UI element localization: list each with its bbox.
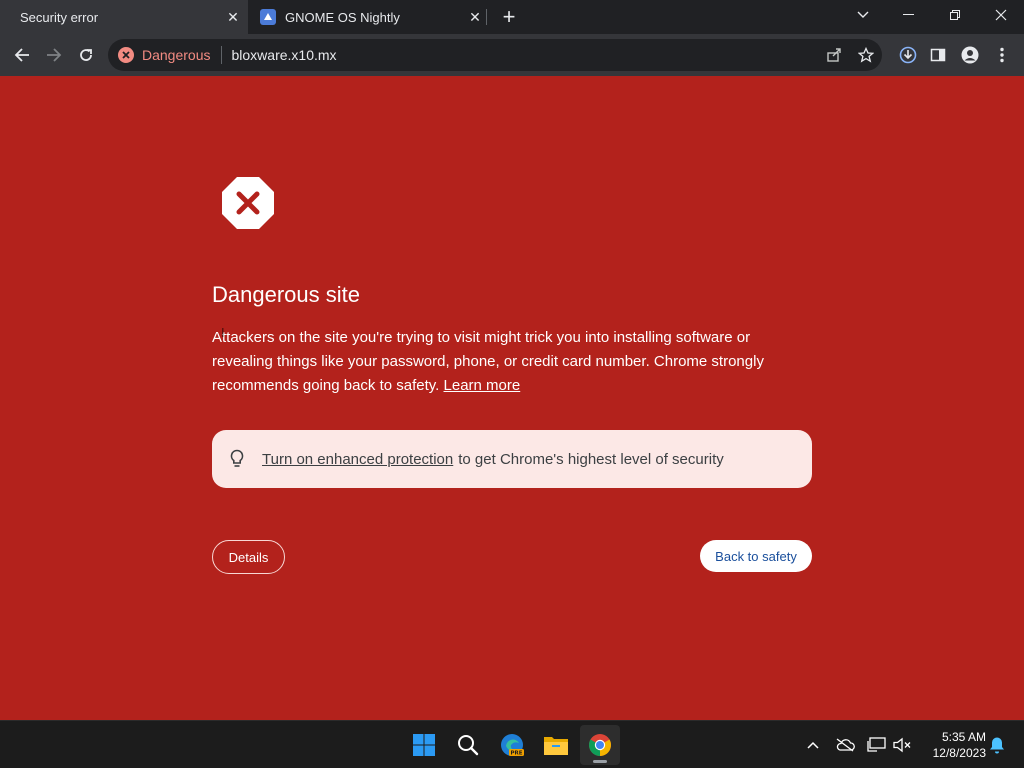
page-title: Dangerous site [212, 282, 360, 307]
tab-separator [486, 9, 487, 25]
download-icon[interactable] [892, 39, 924, 71]
security-chip-label: Dangerous [142, 47, 211, 63]
enhanced-protection-text: to get Chrome's highest level of securit… [458, 450, 724, 468]
tab-title: GNOME OS Nightly [285, 9, 400, 25]
start-icon[interactable] [404, 725, 444, 765]
tab-gnome-os[interactable]: GNOME OS Nightly ✕ [250, 0, 490, 34]
svg-text:PRE: PRE [510, 751, 522, 757]
enhanced-protection-box: Turn on enhanced protection to get Chrom… [212, 430, 812, 488]
file-explorer-icon[interactable] [536, 725, 576, 765]
forward-icon[interactable] [38, 39, 70, 71]
omnibox[interactable]: Dangerous bloxware.x10.mx [108, 39, 882, 71]
lightbulb-icon [226, 448, 248, 470]
chrome-taskbar-icon[interactable] [580, 725, 620, 765]
back-to-safety-button[interactable]: Back to safety [700, 540, 812, 572]
active-app-indicator [593, 760, 607, 763]
show-hidden-icons-icon[interactable] [801, 733, 825, 757]
gnome-favicon-icon [260, 9, 276, 25]
enhanced-protection-link[interactable]: Turn on enhanced protection [262, 451, 453, 468]
edge-preview-icon[interactable]: PRE [492, 725, 532, 765]
restore-icon[interactable] [932, 0, 978, 30]
omnibox-actions [818, 39, 882, 71]
clock-time: 5:35 AM [941, 730, 986, 744]
network-icon[interactable] [865, 733, 889, 757]
window-close-icon[interactable] [978, 0, 1024, 30]
url-text[interactable]: bloxware.x10.mx [232, 47, 337, 63]
system-clock[interactable]: 5:35 AM 12/8/2023 [920, 729, 986, 761]
notification-bell-icon[interactable] [985, 733, 1009, 757]
taskbar: PRE 5:35 AM 12/8/2023 [0, 720, 1024, 768]
search-icon[interactable] [448, 725, 488, 765]
volume-muted-icon[interactable] [891, 733, 915, 757]
learn-more-link[interactable]: Learn more [444, 377, 521, 394]
menu-icon[interactable] [986, 39, 1018, 71]
danger-icon [118, 47, 134, 63]
details-button[interactable]: Details [212, 540, 285, 574]
close-icon[interactable]: ✕ [220, 4, 246, 30]
profile-icon[interactable] [954, 39, 986, 71]
share-icon[interactable] [818, 39, 850, 71]
stop-icon [222, 177, 274, 229]
tab-search-chevron-icon[interactable] [840, 0, 886, 30]
warning-text: Attackers on the site you're trying to v… [212, 326, 792, 398]
side-panel-icon[interactable] [922, 39, 954, 71]
minimize-icon[interactable] [886, 0, 932, 30]
text-cursor-icon: I [221, 325, 225, 340]
tab-security-error[interactable]: Security error ✕ [0, 0, 248, 34]
reload-icon[interactable] [70, 39, 102, 71]
security-chip[interactable]: Dangerous [108, 39, 211, 71]
bookmark-star-icon[interactable] [850, 39, 882, 71]
onedrive-icon[interactable] [833, 733, 857, 757]
close-icon[interactable]: ✕ [462, 4, 488, 30]
back-icon[interactable] [6, 39, 38, 71]
tab-title: Security error [20, 9, 99, 25]
clock-date: 12/8/2023 [932, 746, 986, 760]
browser-toolbar: Dangerous bloxware.x10.mx [0, 34, 1024, 76]
new-tab-icon[interactable]: + [496, 4, 522, 30]
tab-strip: Security error ✕ GNOME OS Nightly ✕ + [0, 0, 1024, 34]
interstitial-page [0, 76, 1024, 720]
omnibox-separator [220, 46, 222, 64]
